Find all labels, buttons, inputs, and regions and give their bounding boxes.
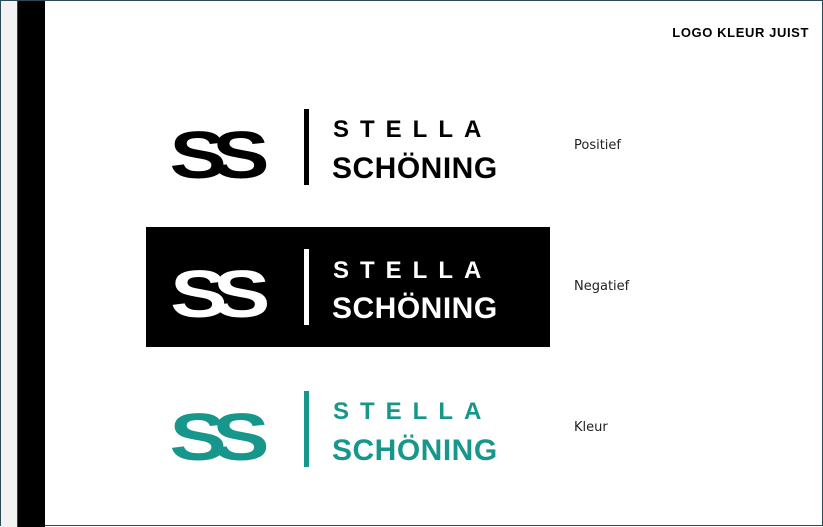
divider-negative <box>304 249 309 325</box>
monogram-positive: SS <box>169 118 266 193</box>
wordmark-line2-negative: SCHÖNING <box>332 292 498 325</box>
wordmark-line1-positive: STELLA <box>333 116 492 143</box>
left-edge-strip <box>1 1 18 527</box>
divider-positive <box>304 109 309 185</box>
logo-positive-svg: SS STELLA SCHÖNING <box>169 109 498 193</box>
wordmark-line2-positive: SCHÖNING <box>332 152 498 185</box>
monogram-negative: SS <box>170 257 267 332</box>
wordmark-line1-color: STELLA <box>333 398 492 425</box>
wordmark-line1-negative: STELLA <box>333 257 492 284</box>
divider-color <box>304 391 309 467</box>
page-frame: LOGO KLEUR JUIST SS STELLA SCHÖNING Posi… <box>0 0 823 527</box>
label-positive: Positief <box>574 138 621 153</box>
logo-color-svg: SS STELLA SCHÖNING <box>169 391 498 475</box>
page-heading: LOGO KLEUR JUIST <box>672 25 809 40</box>
logo-negative: SS STELLA SCHÖNING <box>146 227 550 347</box>
label-negative: Negatief <box>574 279 630 294</box>
label-color: Kleur <box>574 420 608 435</box>
logo-color: SS STELLA SCHÖNING <box>161 383 541 478</box>
logo-positive: SS STELLA SCHÖNING <box>161 101 541 196</box>
monogram-color: SS <box>169 400 266 475</box>
wordmark-line2-color: SCHÖNING <box>332 434 498 467</box>
logo-negative-svg: SS STELLA SCHÖNING <box>170 249 498 332</box>
